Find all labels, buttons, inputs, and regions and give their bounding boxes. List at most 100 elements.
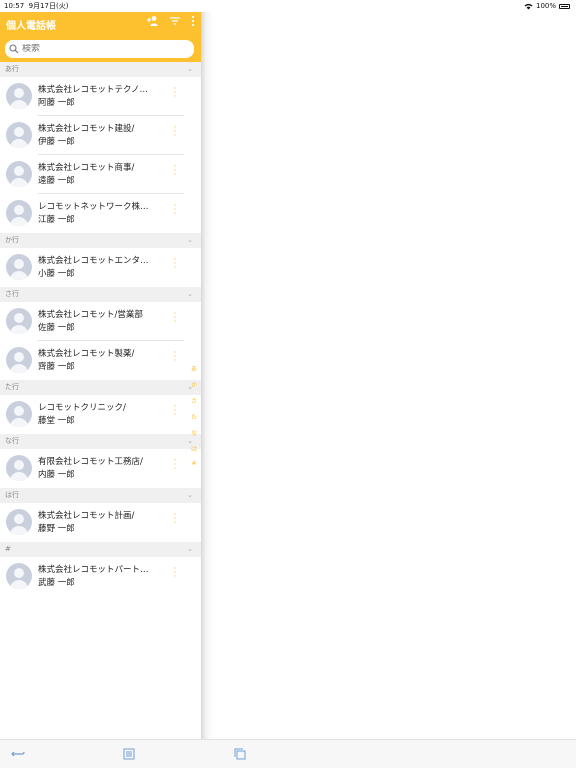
copy-icon[interactable] [233,747,247,761]
contact-row[interactable]: 株式会社レコモット計画/藤野 一郎 · · · [0,503,201,542]
app-bar-actions [145,15,195,27]
section-label: か行 [5,236,19,244]
index-letter[interactable]: か [190,380,198,389]
avatar [6,563,32,589]
contact-company: 株式会社レコモットパート… [38,565,149,575]
avatar-head [14,127,24,137]
contact-company: 株式会社レコモット計画/ [38,511,135,521]
page-title: 個人電話帳 [6,21,56,32]
more-options-icon[interactable]: · · · [172,349,178,366]
avatar-head [14,166,24,176]
contact-company: 有限会社レコモット工務店/ [38,457,143,467]
contact-name: 佐藤 一郎 [38,323,75,333]
search-bar[interactable] [5,40,194,58]
avatar-body [10,364,28,373]
more-options-icon[interactable]: · · · [172,202,178,219]
index-letter[interactable]: さ [190,396,198,405]
avatar [6,122,32,148]
search-input[interactable] [22,44,182,54]
status-bar: 10:57 9月17日(火) 100% [0,0,576,12]
avatar-body [10,178,28,187]
more-options-icon[interactable]: · · · [172,163,178,180]
contact-list: あ行 ⌄ 株式会社レコモットテクノ… 阿藤 一郎 · · · 株式会社レコモット建設/伊藤 一… [0,62,201,596]
filter-icon[interactable] [169,15,181,27]
contact-name: 阿藤 一郎 [38,98,75,108]
avatar [6,347,32,373]
avatar [6,308,32,334]
index-letter[interactable]: た [190,412,198,421]
more-options-icon[interactable]: · · · [172,457,178,474]
list-icon[interactable] [122,747,136,761]
contact-row[interactable]: 株式会社レコモット建設/伊藤 一郎 · · · [0,116,201,155]
more-options-icon[interactable]: · · · [172,85,178,102]
contact-row[interactable]: 株式会社レコモット/営業部 佐藤 一郎 · · · [0,302,201,341]
contact-name: 内藤 一郎 [38,470,75,480]
avatar-head [14,460,24,470]
contact-company: 株式会社レコモットエンタ… [38,256,149,266]
status-time-date: 10:57 9月17日(火) [4,0,68,12]
avatar-body [10,271,28,280]
section-label: は行 [5,491,19,499]
contact-name: 藤野 一郎 [38,524,75,534]
contact-name: 齊藤 一郎 [38,362,75,372]
avatar-head [14,259,24,269]
section-header: あ行 ⌄ [0,62,201,77]
contact-row[interactable]: 株式会社レコモットパート… 武藤 一郎 · · · [0,557,201,596]
more-options-icon[interactable]: · · · [172,511,178,528]
avatar-body [10,580,28,589]
contact-name: 藤堂 一郎 [38,416,75,426]
contact-row[interactable]: 株式会社レコモットテクノ… 阿藤 一郎 · · · [0,77,201,116]
more-options-icon[interactable]: · · · [172,310,178,327]
contact-name: 遠藤 一郎 [38,176,75,186]
avatar [6,254,32,280]
avatar-body [10,139,28,148]
avatar-head [14,568,24,578]
more-options-icon[interactable]: · · · [172,124,178,141]
index-letter[interactable]: は [190,444,198,453]
contact-row[interactable]: 株式会社レコモットエンタ… 小藤 一郎 · · · [0,248,201,287]
avatar-head [14,406,24,416]
contact-company: 株式会社レコモット建設/ [38,124,135,134]
index-letter[interactable]: あ [190,364,198,373]
section-label: # [5,545,11,553]
contact-row[interactable]: レコモットネットワーク株… 江藤 一郎 · · · [0,194,201,233]
contact-row[interactable]: レコモットクリニック/藤堂 一郎 · · · [0,395,201,434]
chevron-down-icon[interactable]: ⌄ [187,233,193,248]
chevron-down-icon[interactable]: ⌄ [187,542,193,557]
chevron-down-icon[interactable]: ⌄ [187,287,193,302]
contact-company: レコモットクリニック/ [38,403,126,413]
contacts-panel: 個人電話帳 あ行⌄株式会社レコモットテクノ…阿藤 一郎···株式会社レコモット建… [0,12,201,739]
index-letter[interactable]: # [190,460,198,467]
contact-name: 武藤 一郎 [38,578,75,588]
more-vertical-icon[interactable] [191,15,195,27]
battery-percent: 100% [535,2,556,10]
more-options-icon[interactable]: · · · [172,565,178,582]
chevron-down-icon[interactable]: ⌄ [187,488,193,503]
avatar [6,200,32,226]
contact-row[interactable]: 株式会社レコモット商事/遠藤 一郎 · · · [0,155,201,194]
section-header: な行 ⌄ [0,434,201,449]
section-label: な行 [5,437,19,445]
wifi-icon [524,3,533,9]
avatar-head [14,313,24,323]
contact-row[interactable]: 有限会社レコモット工務店/内藤 一郎 · · · [0,449,201,488]
section-header: は行 ⌄ [0,488,201,503]
avatar [6,161,32,187]
more-options-icon[interactable]: · · · [172,403,178,420]
avatar-body [10,526,28,535]
section-header: か行 ⌄ [0,233,201,248]
app-bar: 個人電話帳 [0,12,201,62]
index-letter[interactable]: な [190,428,198,437]
avatar-body [10,472,28,481]
contact-company: レコモットネットワーク株… [38,202,149,212]
avatar-head [14,352,24,362]
contact-row[interactable]: 株式会社レコモット製薬/齊藤 一郎 · · · [0,341,201,380]
avatar-head [14,205,24,215]
panel-divider [201,12,213,739]
avatar-body [10,100,28,109]
back-arrow-icon[interactable] [11,747,25,761]
contact-company: 株式会社レコモット商事/ [38,163,135,173]
more-options-icon[interactable]: · · · [172,256,178,273]
chevron-down-icon[interactable]: ⌄ [187,62,193,77]
add-person-icon[interactable] [145,15,159,27]
